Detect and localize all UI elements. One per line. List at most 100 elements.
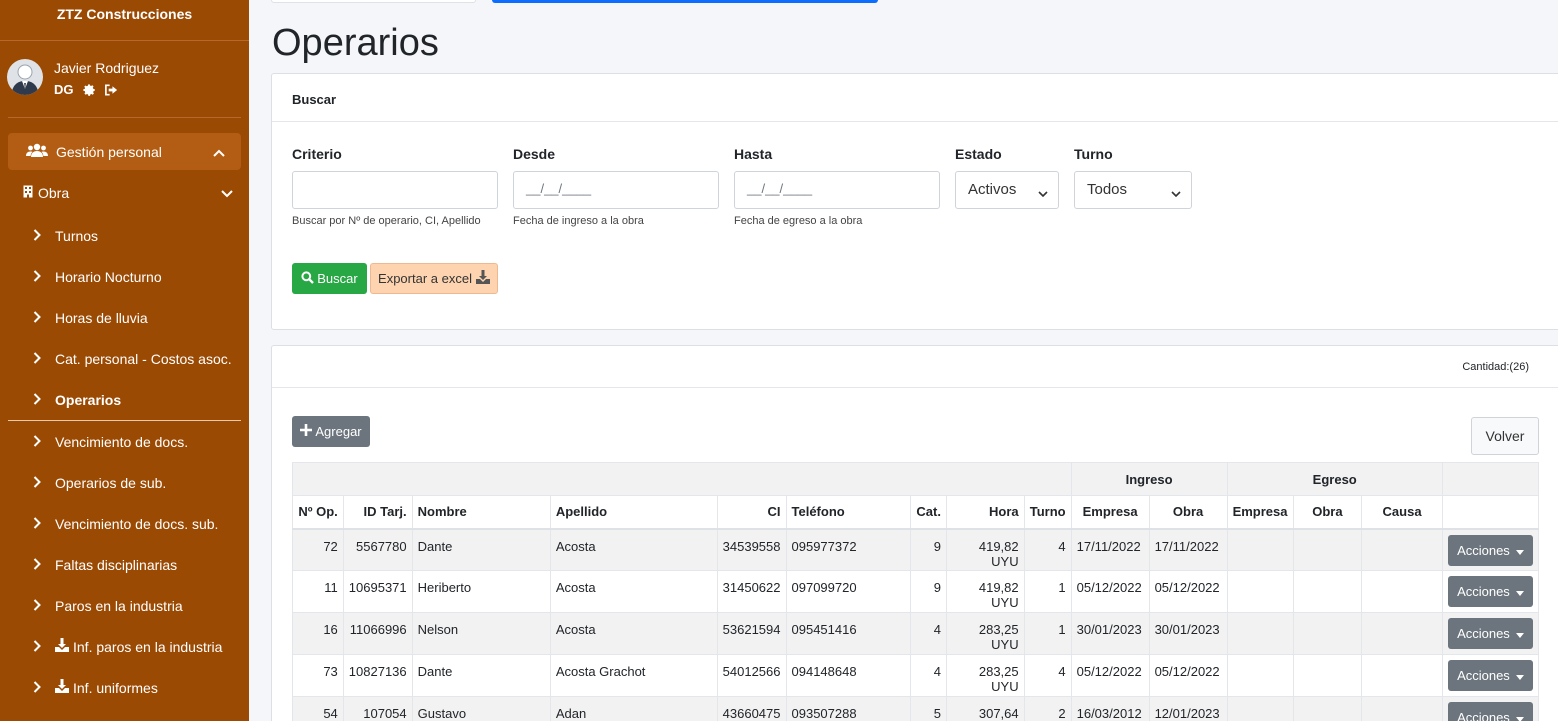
operarios-table: Ingreso Egreso Nº Op. ID Tarj. Nombre Ap…: [292, 462, 1540, 721]
table-row: 16 11066996 Nelson Acosta 53621594 095451416 4…: [292, 612, 1540, 655]
download-icon: [475, 270, 490, 287]
desde-date-input[interactable]: __/__/____: [513, 171, 719, 209]
cell-ingreso-obra: 05/12/2022: [1148, 570, 1228, 613]
avatar: [7, 59, 43, 95]
column-header-idtarj[interactable]: ID Tarj.: [342, 495, 413, 530]
turno-select[interactable]: Todos: [1074, 171, 1192, 209]
cell-egreso-empresa: [1226, 696, 1294, 721]
column-header-egreso-obra[interactable]: Obra: [1292, 495, 1363, 530]
cell-apellido: Acosta: [549, 528, 718, 571]
buscar-button[interactable]: Buscar: [292, 263, 367, 294]
sidebar-item-inf-paros[interactable]: Inf. paros en la industria: [0, 626, 249, 667]
cell-nombre: Dante: [411, 654, 551, 697]
sidebar-item-faltas-disciplinarias[interactable]: Faltas disciplinarias: [0, 544, 249, 585]
top-tab-indicator-active: [492, 0, 878, 3]
table-group-header-blank: [292, 462, 1072, 496]
sidebar-item-gestion-personal[interactable]: Gestión personal: [8, 133, 241, 170]
sidebar-item-paros-industria[interactable]: Paros en la industria: [0, 585, 249, 626]
egreso-group-header: Egreso: [1226, 462, 1443, 496]
sidebar-item-cat-personal[interactable]: Cat. personal - Costos asoc.: [0, 338, 249, 379]
acciones-button[interactable]: Acciones: [1448, 660, 1533, 691]
acciones-button[interactable]: Acciones: [1448, 702, 1533, 721]
sidebar-item-vencimiento-docs[interactable]: Vencimiento de docs.: [0, 421, 249, 462]
cell-nombre: Heriberto: [411, 570, 551, 613]
acciones-button[interactable]: Acciones: [1448, 576, 1533, 607]
cell-ingreso-empresa: 30/01/2023: [1070, 612, 1150, 655]
cell-nop: 16: [292, 612, 344, 655]
hasta-date-input[interactable]: __/__/____: [734, 171, 940, 209]
cell-egreso-obra: [1292, 612, 1363, 655]
estado-select[interactable]: Activos: [955, 171, 1059, 209]
column-header-ingreso-empresa[interactable]: Empresa: [1070, 495, 1150, 530]
sidebar-item-label: Paros en la industria: [55, 597, 183, 614]
caret-down-icon: [1515, 668, 1524, 683]
download-icon: [55, 679, 69, 696]
agregar-button[interactable]: Agregar: [292, 416, 370, 447]
cell-telefono: 093507288: [785, 696, 911, 721]
volver-button[interactable]: Volver: [1471, 417, 1539, 455]
user-name[interactable]: Javier Rodriguez: [54, 60, 159, 76]
download-icon: [55, 638, 69, 655]
criterio-input[interactable]: [292, 171, 498, 209]
sidebar-item-horario-nocturno[interactable]: Horario Nocturno: [0, 256, 249, 297]
column-header-causa[interactable]: Causa: [1361, 495, 1443, 530]
table-group-header-row: Ingreso Egreso: [292, 462, 1540, 496]
top-tab-indicator: [271, 0, 476, 3]
sidebar-item-obra[interactable]: Obra: [0, 170, 249, 215]
acciones-button-label: Acciones: [1457, 584, 1510, 599]
sidebar-item-label: Turnos: [55, 227, 99, 244]
column-header-hora[interactable]: Hora: [945, 495, 1025, 530]
column-header-egreso-empresa[interactable]: Empresa: [1226, 495, 1294, 530]
table-row: 72 5567780 Dante Acosta 34539558 095977372 9 41…: [292, 528, 1540, 571]
cell-egreso-obra: [1292, 654, 1363, 697]
cell-ingreso-obra: 30/01/2023: [1148, 612, 1228, 655]
sidebar-item-label: Operarios de sub.: [55, 474, 167, 491]
cell-idtarj: 107054: [342, 696, 413, 721]
buscar-button-label: Buscar: [317, 271, 358, 286]
sidebar-item-turnos[interactable]: Turnos: [0, 215, 249, 256]
turno-select-value: Todos: [1087, 181, 1128, 198]
turno-label: Turno: [1074, 146, 1113, 162]
sidebar-item-operarios[interactable]: Operarios: [0, 379, 249, 420]
brand-title[interactable]: ZTZ Construcciones: [0, 0, 249, 41]
gear-icon[interactable]: [82, 83, 96, 97]
cell-telefono: 095977372: [785, 528, 911, 571]
sidebar-item-label: Operarios: [55, 391, 122, 408]
column-header-ci[interactable]: CI: [716, 495, 787, 530]
agregar-button-label: Agregar: [315, 424, 362, 439]
acciones-button[interactable]: Acciones: [1448, 618, 1533, 649]
column-header-nop[interactable]: Nº Op.: [292, 495, 344, 530]
cell-causa: [1361, 528, 1443, 571]
cell-nombre: Nelson: [411, 612, 551, 655]
sidebar-item-inf-uniformes[interactable]: Inf. uniformes: [0, 667, 249, 708]
cell-hora: 419,82 UYU: [945, 570, 1025, 613]
chevron-right-icon: [33, 639, 47, 655]
chevron-up-icon: [213, 144, 225, 160]
logout-icon[interactable]: [104, 83, 119, 97]
cell-idtarj: 10695371: [342, 570, 413, 613]
column-header-telefono[interactable]: Teléfono: [785, 495, 911, 530]
sidebar-item-vencimiento-docs-sub[interactable]: Vencimiento de docs. sub.: [0, 503, 249, 544]
caret-down-icon: [1515, 626, 1524, 641]
column-header-nombre[interactable]: Nombre: [411, 495, 551, 530]
sidebar-nav: Gestión personal Obra Turnos Horario Noc…: [0, 133, 249, 708]
sidebar: ZTZ Construcciones Javier Rodriguez DG G…: [0, 0, 249, 721]
caret-down-icon: [1515, 710, 1524, 721]
sidebar-item-operarios-sub[interactable]: Operarios de sub.: [0, 462, 249, 503]
column-header-turno[interactable]: Turno: [1023, 495, 1072, 530]
cell-turno: 2: [1023, 696, 1072, 721]
column-header-cat[interactable]: Cat.: [909, 495, 947, 530]
caret-down-icon: [1515, 543, 1524, 558]
chevron-right-icon: [33, 434, 47, 450]
sidebar-item-horas-lluvia[interactable]: Horas de lluvia: [0, 297, 249, 338]
users-icon: [26, 143, 48, 160]
cell-egreso-obra: [1292, 570, 1363, 613]
column-header-ingreso-obra[interactable]: Obra: [1148, 495, 1228, 530]
cell-acciones: Acciones: [1441, 696, 1540, 721]
export-excel-button[interactable]: Exportar a excel: [370, 263, 498, 294]
column-header-apellido[interactable]: Apellido: [549, 495, 718, 530]
cell-nop: 11: [292, 570, 344, 613]
sidebar-item-label: Gestión personal: [56, 143, 162, 160]
chevron-right-icon: [33, 310, 47, 326]
acciones-button[interactable]: Acciones: [1448, 534, 1533, 566]
